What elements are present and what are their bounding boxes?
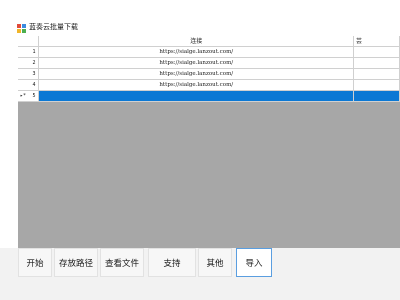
link-table: 连接 芸 1 https://sialge.lanzout.com/ 2 htt… <box>18 36 400 102</box>
app-icon <box>17 24 26 33</box>
row-header[interactable]: 1 <box>18 46 40 58</box>
table-row[interactable]: 3 https://sialge.lanzout.com/ <box>18 68 400 80</box>
url-cell-new[interactable] <box>38 90 355 102</box>
row-header-corner[interactable] <box>18 36 40 47</box>
link-grid[interactable]: 连接 芸 1 https://sialge.lanzout.com/ 2 htt… <box>18 36 400 248</box>
table-row[interactable]: 2 https://sialge.lanzout.com/ <box>18 57 400 69</box>
view-files-button[interactable]: 查看文件 <box>100 248 144 277</box>
url-cell[interactable]: https://sialge.lanzout.com/ <box>38 68 355 80</box>
table-row[interactable]: 4 https://sialge.lanzout.com/ <box>18 79 400 91</box>
row-header[interactable]: 3 <box>18 68 40 80</box>
extra-cell[interactable] <box>353 46 400 58</box>
bottom-toolbar: 开始 存放路径 查看文件 支持 其他 导入 <box>0 248 400 300</box>
row-pointer-icon: ▸* <box>20 92 27 99</box>
row-index: 5 <box>32 92 36 99</box>
title-bar: 蓝奏云批量下载 <box>0 0 400 36</box>
window-title: 蓝奏云批量下载 <box>29 23 78 31</box>
start-button[interactable]: 开始 <box>18 248 52 277</box>
extra-cell[interactable] <box>353 90 400 102</box>
url-cell[interactable]: https://sialge.lanzout.com/ <box>38 46 355 58</box>
row-header[interactable]: ▸* 5 <box>18 90 40 102</box>
column-header-extra[interactable]: 芸 <box>353 36 400 47</box>
row-header[interactable]: 2 <box>18 57 40 69</box>
support-button[interactable]: 支持 <box>148 248 196 277</box>
table-row-selected[interactable]: ▸* 5 <box>18 90 400 102</box>
url-cell[interactable]: https://sialge.lanzout.com/ <box>38 57 355 69</box>
other-button[interactable]: 其他 <box>198 248 232 277</box>
table-row[interactable]: 1 https://sialge.lanzout.com/ <box>18 46 400 58</box>
extra-cell[interactable] <box>353 68 400 80</box>
header-row: 连接 芸 <box>18 36 400 47</box>
extra-cell[interactable] <box>353 57 400 69</box>
save-path-button[interactable]: 存放路径 <box>54 248 98 277</box>
app-window: 蓝奏云批量下载 连接 芸 1 https://sialge.lanzout.co… <box>0 0 400 300</box>
extra-cell[interactable] <box>353 79 400 91</box>
row-header[interactable]: 4 <box>18 79 40 91</box>
url-cell[interactable]: https://sialge.lanzout.com/ <box>38 79 355 91</box>
import-button[interactable]: 导入 <box>236 248 272 277</box>
column-header-url[interactable]: 连接 <box>38 36 355 47</box>
